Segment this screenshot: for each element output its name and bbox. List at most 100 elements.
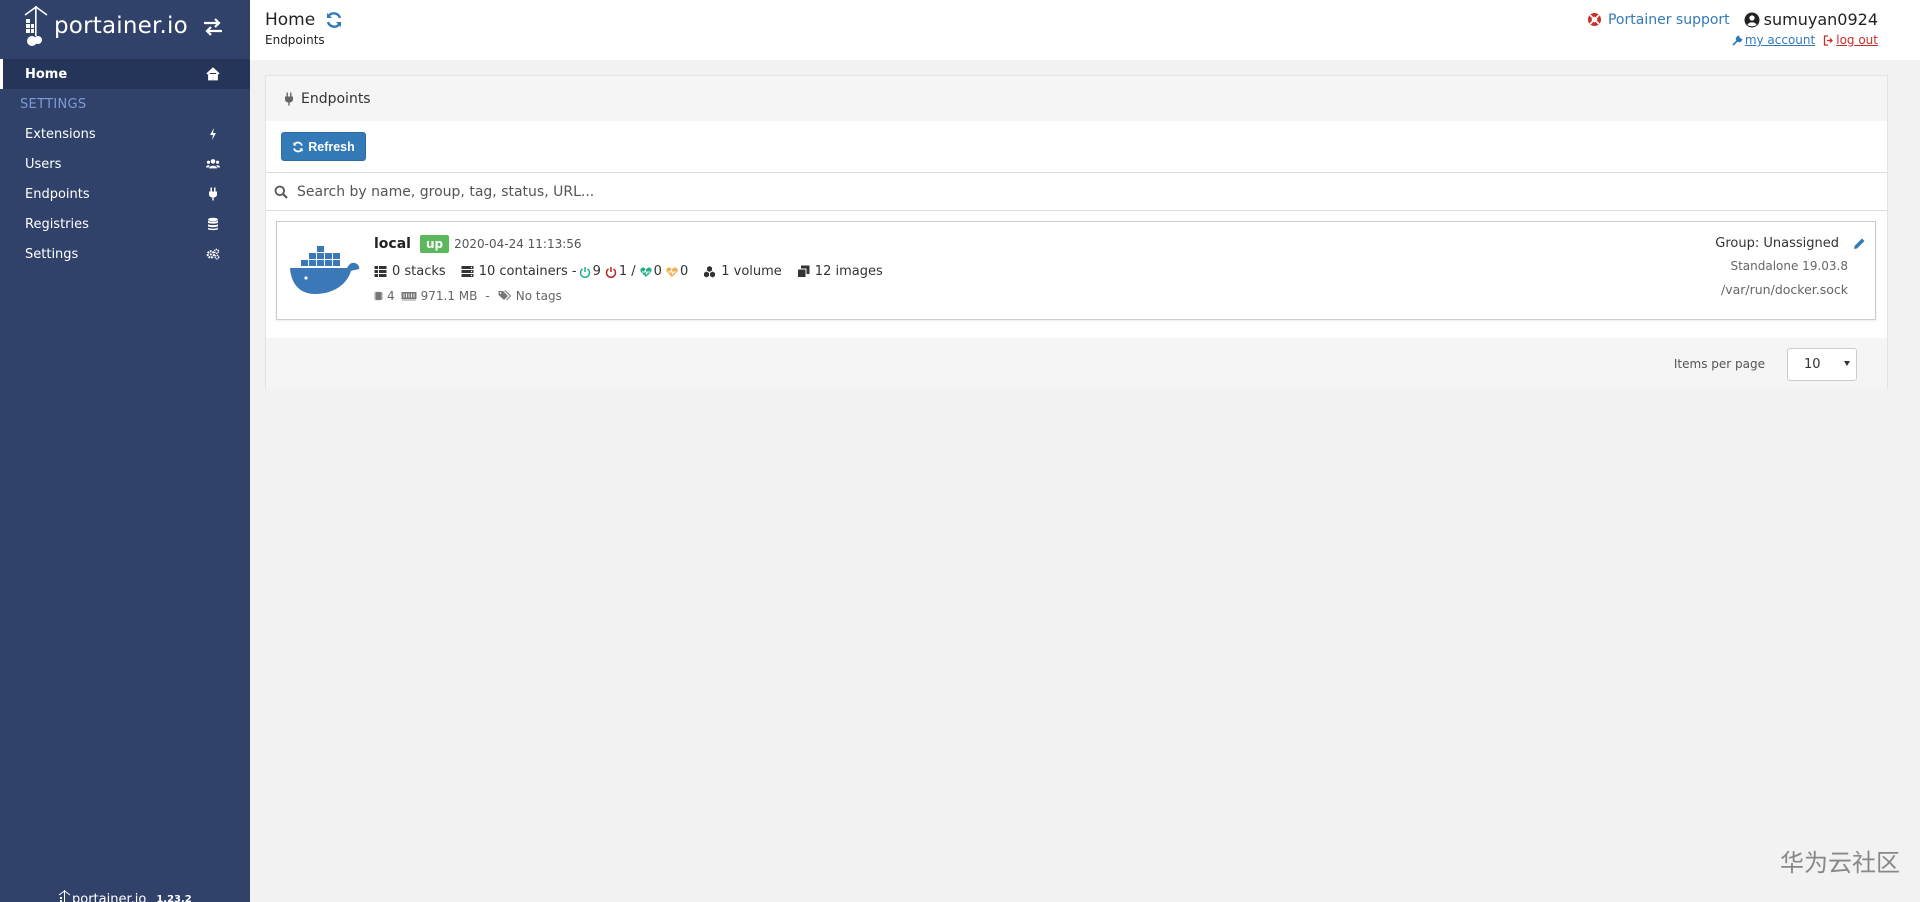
page-title: Home <box>265 10 343 30</box>
portainer-footer-logo-icon <box>58 890 71 902</box>
user-circle-icon <box>1744 12 1760 27</box>
cpu-icon <box>374 291 383 301</box>
portainer-support-link[interactable]: Portainer support <box>1587 12 1730 28</box>
cpu-count: 4 <box>387 289 395 303</box>
sidebar-item-settings[interactable]: Settings <box>0 239 250 269</box>
support-label: Portainer support <box>1607 11 1730 28</box>
brand[interactable]: portainer.io <box>0 0 250 52</box>
user-name: sumuyan0924 <box>1744 10 1878 29</box>
endpoint-url: /var/run/docker.sock <box>1721 282 1848 297</box>
logout-link[interactable]: log out <box>1823 33 1878 47</box>
endpoint-timestamp: 2020-04-24 11:13:56 <box>454 237 582 251</box>
refresh-button-label: Refresh <box>308 139 355 154</box>
items-per-page-value: 10 <box>1804 357 1821 372</box>
search-input[interactable] <box>297 183 1797 200</box>
th-list-icon <box>374 266 387 277</box>
sidebar-item-extensions[interactable]: Extensions <box>0 119 250 149</box>
database-icon <box>208 217 218 231</box>
sidebar-footer: portainer.io 1.23.2 <box>58 890 192 902</box>
endpoint-details: Group: Unassigned Standalone 19.03.8 /va… <box>1715 236 1865 297</box>
tags-icon <box>498 290 511 301</box>
clone-icon <box>796 265 810 278</box>
bolt-icon <box>210 128 216 140</box>
healthy-count: 0 <box>653 264 662 279</box>
logout-label: log out <box>1836 33 1878 47</box>
endpoint-name: local <box>374 236 411 252</box>
sidebar-item-users[interactable]: Users <box>0 149 250 179</box>
portainer-logo-icon <box>24 6 48 46</box>
footer-brand-name: portainer.io <box>72 891 147 902</box>
caret-down-icon <box>1844 361 1850 366</box>
users-icon <box>206 159 220 169</box>
volumes-count: 1 volume <box>703 264 782 279</box>
life-ring-icon <box>1587 13 1601 26</box>
plug-icon <box>209 187 217 201</box>
tags-label: No tags <box>515 289 562 303</box>
my-account-label: my account <box>1744 33 1816 47</box>
power-off-icon <box>605 266 617 278</box>
panel-footer: Items per page 10 <box>266 338 1887 389</box>
unhealthy-count: 0 <box>679 264 689 279</box>
images-label: 12 images <box>814 264 883 279</box>
page-title-text: Home <box>265 10 316 30</box>
sidebar-item-label: Endpoints <box>25 186 90 202</box>
pencil-icon[interactable] <box>1853 237 1866 250</box>
endpoint-resources: 0 stacks 10 containers - 9 1 / 0 0 1 vol… <box>374 264 898 279</box>
panel-heading: Endpoints <box>266 76 1887 121</box>
refresh-button[interactable]: Refresh <box>281 132 366 161</box>
sidebar: portainer.io Home SETTINGS Extensions Us… <box>0 0 250 902</box>
endpoint-group: Group: Unassigned <box>1715 236 1866 251</box>
search-bar <box>266 173 1887 211</box>
sidebar-item-label: Home <box>25 66 68 82</box>
volumes-label: 1 volume <box>721 264 782 279</box>
containers-label: 10 containers - <box>478 264 577 279</box>
stacks-label: 0 stacks <box>392 264 446 279</box>
account-links: my account log out <box>1732 33 1878 47</box>
sidebar-item-home[interactable]: Home <box>0 59 250 89</box>
separator: - <box>485 289 490 303</box>
memory-size: 971.1 MB <box>420 289 478 303</box>
username-text: sumuyan0924 <box>1763 10 1878 29</box>
items-per-page-label: Items per page <box>1673 357 1765 371</box>
images-count: 12 images <box>796 264 883 279</box>
server-icon <box>461 266 474 277</box>
app-version: 1.23.2 <box>156 893 192 902</box>
sidebar-item-label: Registries <box>25 216 89 232</box>
panel-heading-text: Endpoints <box>301 90 371 107</box>
watermark: 华为云社区 <box>1780 849 1900 877</box>
group-label: Group: Unassigned <box>1715 236 1839 251</box>
breadcrumb: Endpoints <box>265 33 325 47</box>
items-per-page-select[interactable]: 10 <box>1787 348 1857 381</box>
search-icon <box>274 185 288 199</box>
wrench-icon <box>1732 35 1743 46</box>
brand-name: portainer.io <box>54 13 188 39</box>
page-header: Home Endpoints Portainer support sumuyan… <box>250 0 1920 60</box>
sidebar-toggle-icon[interactable] <box>202 17 224 37</box>
sidebar-item-registries[interactable]: Registries <box>0 209 250 239</box>
panel-toolbar: Refresh <box>266 121 1887 173</box>
settings-heading: SETTINGS <box>20 96 87 112</box>
memory-icon <box>401 292 417 301</box>
refresh-icon[interactable] <box>325 11 343 29</box>
home-icon <box>206 67 220 81</box>
sidebar-item-endpoints[interactable]: Endpoints <box>0 179 250 209</box>
sidebar-item-label: Settings <box>25 246 79 262</box>
docker-whale-icon <box>290 246 360 294</box>
user-area: Portainer support sumuyan0924 <box>1587 10 1878 29</box>
running-count: 9 <box>592 264 601 279</box>
sidebar-item-label: Users <box>25 156 62 172</box>
sign-out-icon <box>1824 34 1834 46</box>
stopped-count: 1 / <box>618 264 636 279</box>
containers-count: 10 containers - 9 1 / 0 0 <box>461 264 689 279</box>
endpoint-card[interactable]: local up 2020-04-24 11:13:56 0 stacks 10… <box>276 221 1876 320</box>
refresh-icon <box>293 141 304 152</box>
cogs-icon <box>206 248 220 260</box>
stacks-count: 0 stacks <box>374 264 446 279</box>
endpoint-host-info: 4 971.1 MB - No tags <box>374 289 562 303</box>
status-badge: up <box>419 235 450 253</box>
my-account-link[interactable]: my account <box>1732 33 1815 47</box>
plug-icon <box>285 92 293 105</box>
sidebar-item-label: Extensions <box>25 126 96 142</box>
heartbeat-icon <box>640 266 652 277</box>
heartbeat-unhealthy-icon <box>666 266 678 277</box>
